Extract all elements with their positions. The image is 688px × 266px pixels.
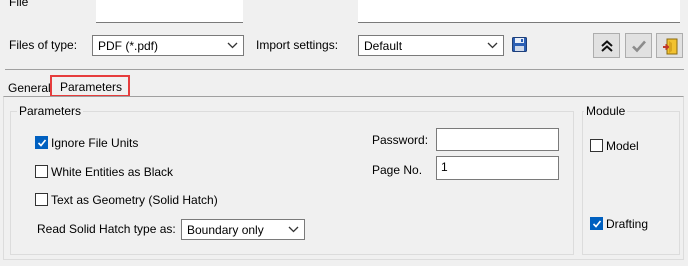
model-checkbox[interactable] — [590, 139, 603, 152]
page-no-value: 1 — [441, 160, 448, 174]
save-settings-button[interactable] — [512, 37, 527, 52]
module-group — [582, 111, 680, 255]
read-solid-hatch-value: Boundary only — [187, 223, 264, 237]
read-solid-hatch-label: Read Solid Hatch type as: — [37, 222, 176, 236]
page-no-label: Page No. — [372, 163, 423, 177]
file-name-label: File — [9, 0, 29, 9]
read-solid-hatch-select[interactable]: Boundary only — [181, 219, 305, 240]
chevron-down-icon — [227, 42, 238, 49]
password-field[interactable] — [436, 128, 559, 151]
ok-button[interactable] — [625, 33, 652, 58]
exit-button[interactable] — [656, 33, 683, 58]
tab-general[interactable]: General — [8, 81, 51, 95]
checkmark-icon — [592, 220, 602, 228]
chevron-down-icon — [487, 42, 498, 49]
files-of-type-value: PDF (*.pdf) — [98, 39, 159, 53]
tab-parameters[interactable]: Parameters — [50, 75, 130, 97]
text-as-geometry-checkbox[interactable] — [35, 193, 48, 206]
ignore-file-units-label: Ignore File Units — [51, 136, 139, 150]
white-entities-as-black-checkbox[interactable] — [35, 165, 48, 178]
import-settings-value: Default — [364, 39, 403, 53]
white-entities-as-black-label: White Entities as Black — [51, 165, 174, 179]
password-label: Password: — [372, 133, 429, 147]
model-label: Model — [606, 139, 639, 153]
files-of-type-select[interactable]: PDF (*.pdf) — [92, 35, 244, 56]
checkmark-icon — [37, 139, 47, 147]
import-settings-label: Import settings: — [256, 38, 339, 52]
parameters-group-title: Parameters — [17, 104, 84, 118]
collapse-button[interactable] — [593, 33, 620, 58]
separator — [5, 69, 684, 70]
file-path-field[interactable] — [358, 0, 680, 23]
double-chevron-up-icon — [601, 40, 613, 52]
text-as-geometry-label: Text as Geometry (Solid Hatch) — [51, 193, 218, 207]
drafting-checkbox[interactable] — [590, 217, 603, 230]
page-no-field[interactable]: 1 — [436, 156, 559, 180]
checkmark-icon — [632, 40, 646, 53]
drafting-label: Drafting — [606, 217, 649, 231]
floppy-disk-icon — [512, 37, 527, 52]
ignore-file-units-checkbox[interactable] — [35, 136, 48, 149]
tab-parameters-label: Parameters — [60, 80, 123, 94]
files-of-type-label: Files of type: — [9, 38, 78, 52]
exit-door-icon — [663, 38, 678, 55]
chevron-down-icon — [288, 226, 299, 233]
file-name-field[interactable] — [96, 0, 243, 23]
import-settings-select[interactable]: Default — [358, 35, 504, 56]
module-group-title: Module — [584, 104, 628, 118]
